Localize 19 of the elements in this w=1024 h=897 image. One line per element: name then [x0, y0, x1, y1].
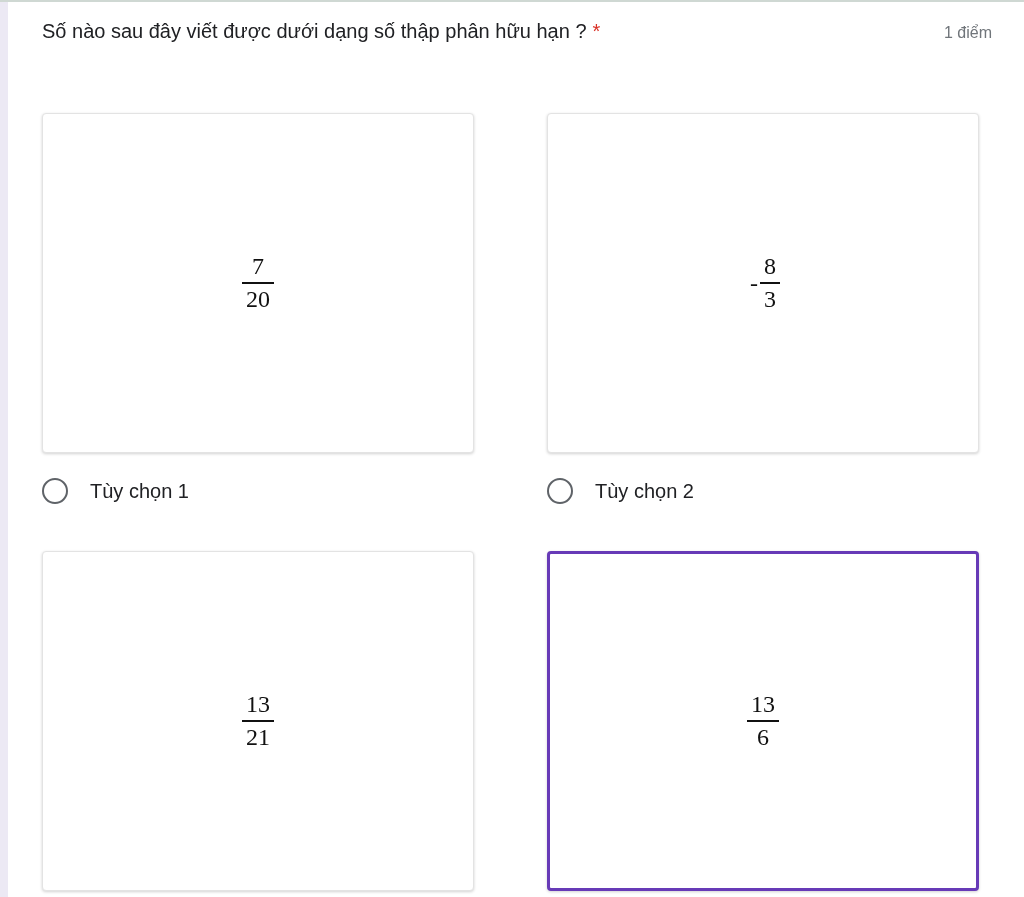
question-title: Số nào sau đây viết được dưới dạng số thập phân hữu hạn ? — [42, 20, 587, 43]
numerator: 7 — [252, 253, 264, 279]
required-mark: * — [592, 20, 601, 43]
points-label: 1 điểm — [943, 24, 992, 42]
numerator: 13 — [246, 691, 270, 717]
numerator: 13 — [751, 691, 775, 717]
option-label: Tùy chọn 1 — [90, 479, 189, 503]
radio-button[interactable] — [42, 478, 68, 504]
denominator: 20 — [246, 287, 270, 313]
option-label: Tùy chọn 2 — [595, 479, 694, 503]
denominator: 3 — [764, 287, 776, 313]
radio-button[interactable] — [547, 478, 573, 504]
minus-sign: - — [750, 269, 758, 297]
denominator: 21 — [246, 725, 270, 751]
numerator: 8 — [764, 253, 776, 279]
option-card[interactable]: 13 6 — [547, 551, 979, 891]
option-card[interactable]: 7 20 — [42, 113, 474, 453]
denominator: 6 — [757, 725, 769, 751]
option-card[interactable]: 13 21 — [42, 551, 474, 891]
